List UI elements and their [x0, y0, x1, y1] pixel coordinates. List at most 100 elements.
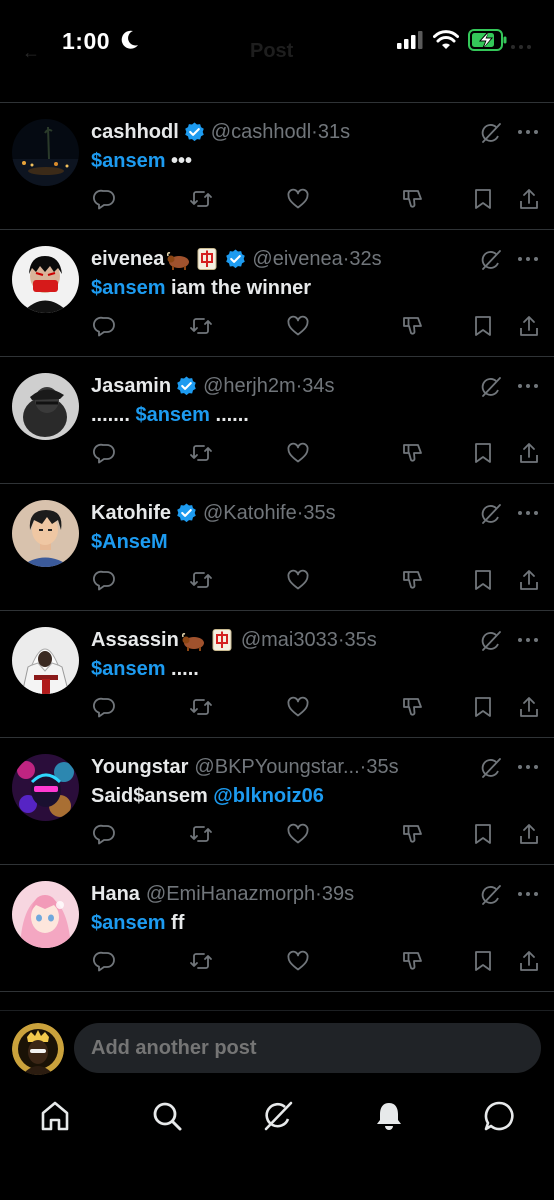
- avatar[interactable]: [12, 627, 79, 694]
- more-options-icon[interactable]: [517, 764, 539, 770]
- bookmark-icon[interactable]: [471, 949, 495, 973]
- grok-icon[interactable]: [480, 503, 502, 525]
- notifications-icon[interactable]: [372, 1099, 406, 1133]
- user-handle[interactable]: @cashhodl: [211, 121, 311, 144]
- grok-icon[interactable]: [480, 249, 502, 271]
- user-handle[interactable]: @eivenea: [252, 248, 342, 271]
- avatar[interactable]: [12, 1023, 64, 1075]
- share-icon[interactable]: [517, 695, 541, 719]
- avatar[interactable]: [12, 500, 79, 567]
- user-handle[interactable]: @BKPYoungstar...: [194, 756, 359, 779]
- like-icon[interactable]: [286, 314, 310, 338]
- like-icon[interactable]: [286, 822, 310, 846]
- share-icon[interactable]: [517, 314, 541, 338]
- reply-icon[interactable]: [93, 441, 117, 465]
- like-icon[interactable]: [286, 695, 310, 719]
- back-arrow-icon[interactable]: ←: [22, 42, 40, 63]
- reply-icon[interactable]: [93, 949, 117, 973]
- like-icon[interactable]: [286, 568, 310, 592]
- reply-input[interactable]: [74, 1023, 541, 1073]
- reply-post[interactable]: Katohife @Katohife ·35s $AnseM: [0, 484, 554, 611]
- user-handle[interactable]: @herjh2m: [203, 375, 296, 398]
- grok-icon[interactable]: [480, 884, 502, 906]
- share-icon[interactable]: [517, 822, 541, 846]
- search-icon[interactable]: [150, 1099, 184, 1133]
- share-icon[interactable]: [517, 187, 541, 211]
- reply-icon[interactable]: [93, 187, 117, 211]
- share-icon[interactable]: [517, 441, 541, 465]
- display-name[interactable]: Katohife: [91, 502, 171, 525]
- repost-icon[interactable]: [189, 441, 213, 465]
- reply-post[interactable]: Youngstar @BKPYoungstar... ·35s Said$ansem …: [0, 738, 554, 865]
- display-name[interactable]: Jasamin: [91, 375, 171, 398]
- more-options-icon[interactable]: [517, 383, 539, 389]
- messages-icon[interactable]: [482, 1099, 516, 1133]
- dislike-icon[interactable]: [401, 441, 425, 465]
- repost-icon[interactable]: [189, 949, 213, 973]
- dislike-icon[interactable]: [401, 187, 425, 211]
- grok-icon[interactable]: [480, 630, 502, 652]
- like-icon[interactable]: [286, 949, 310, 973]
- repost-icon[interactable]: [189, 822, 213, 846]
- reply-post[interactable]: Hana @EmiHanazmorph ·39s $ansem ff: [0, 865, 554, 992]
- like-icon[interactable]: [286, 441, 310, 465]
- display-name[interactable]: Assassin: [91, 629, 179, 652]
- dislike-icon[interactable]: [401, 949, 425, 973]
- more-options-icon[interactable]: [517, 129, 539, 135]
- display-name[interactable]: Youngstar: [91, 756, 188, 779]
- avatar[interactable]: [12, 246, 79, 313]
- cashtag-link[interactable]: $ansem: [91, 658, 166, 680]
- share-icon[interactable]: [517, 949, 541, 973]
- bookmark-icon[interactable]: [471, 568, 495, 592]
- grok-icon[interactable]: [480, 122, 502, 144]
- home-icon[interactable]: [38, 1099, 72, 1133]
- settings-icon[interactable]: [508, 38, 534, 56]
- avatar[interactable]: [12, 754, 79, 821]
- repost-icon[interactable]: [189, 695, 213, 719]
- more-options-icon[interactable]: [517, 256, 539, 262]
- bookmark-icon[interactable]: [471, 695, 495, 719]
- repost-icon[interactable]: [189, 568, 213, 592]
- bookmark-icon[interactable]: [471, 187, 495, 211]
- reply-icon[interactable]: [93, 568, 117, 592]
- user-handle[interactable]: @EmiHanazmorph: [146, 883, 315, 906]
- reply-post[interactable]: cashhodl @cashhodl ·31s $ansem •••: [0, 103, 554, 230]
- share-icon[interactable]: [517, 568, 541, 592]
- reply-icon[interactable]: [93, 822, 117, 846]
- cashtag-link[interactable]: $AnseM: [91, 531, 168, 553]
- dislike-icon[interactable]: [401, 695, 425, 719]
- reply-icon[interactable]: [93, 695, 117, 719]
- more-options-icon[interactable]: [517, 637, 539, 643]
- cashtag-link[interactable]: $ansem: [91, 912, 166, 934]
- avatar[interactable]: [12, 119, 79, 186]
- bookmark-icon[interactable]: [471, 441, 495, 465]
- more-options-icon[interactable]: [517, 510, 539, 516]
- cashtag-link[interactable]: $ansem: [135, 404, 210, 426]
- user-handle[interactable]: @Katohife: [203, 502, 297, 525]
- bookmark-icon[interactable]: [471, 314, 495, 338]
- user-handle[interactable]: @mai3033: [241, 629, 338, 652]
- repost-icon[interactable]: [189, 187, 213, 211]
- display-name[interactable]: eivenea: [91, 248, 164, 271]
- grok-icon[interactable]: [480, 757, 502, 779]
- avatar[interactable]: [12, 373, 79, 440]
- reply-icon[interactable]: [93, 314, 117, 338]
- more-options-icon[interactable]: [517, 891, 539, 897]
- reply-post[interactable]: eivenea @eivenea ·32s $ansem iam the winner: [0, 230, 554, 357]
- mention-link[interactable]: @blknoiz06: [213, 785, 324, 807]
- grok-icon[interactable]: [261, 1099, 295, 1133]
- display-name[interactable]: Hana: [91, 883, 140, 906]
- cashtag-link[interactable]: $ansem: [91, 150, 166, 172]
- avatar[interactable]: [12, 881, 79, 948]
- reply-post[interactable]: Assassin @mai3033·35s $ansem .....: [0, 611, 554, 738]
- bookmark-icon[interactable]: [471, 822, 495, 846]
- dislike-icon[interactable]: [401, 568, 425, 592]
- cashtag-link[interactable]: $ansem: [91, 277, 166, 299]
- dislike-icon[interactable]: [401, 314, 425, 338]
- like-icon[interactable]: [286, 187, 310, 211]
- grok-icon[interactable]: [480, 376, 502, 398]
- display-name[interactable]: cashhodl: [91, 121, 179, 144]
- repost-icon[interactable]: [189, 314, 213, 338]
- reply-post[interactable]: Jasamin @herjh2m ·34s....... $ansem ......: [0, 357, 554, 484]
- dislike-icon[interactable]: [401, 822, 425, 846]
